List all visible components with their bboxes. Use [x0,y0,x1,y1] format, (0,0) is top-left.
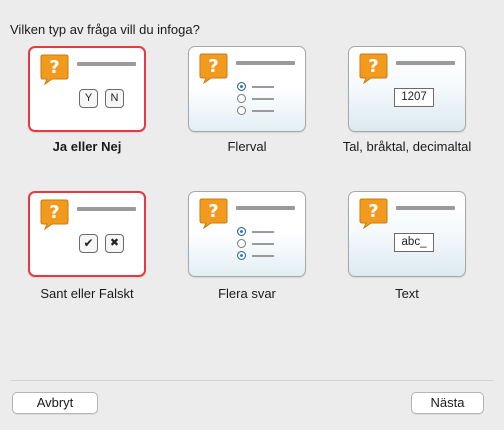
question-text-bar [396,61,455,65]
tile-number[interactable]: ? 1207 [348,46,466,132]
radio-selected-icon [237,251,246,260]
number-sample-field: 1207 [394,88,434,107]
radio-empty-icon [237,239,246,248]
question-bubble-icon: ? [199,53,228,84]
no-key: N [105,89,124,108]
question-bubble-icon: ? [40,54,69,85]
tile-multiple-choice[interactable]: ? [188,46,306,132]
question-bubble-icon: ? [359,198,388,229]
tile-label-true-false: Sant eller Falskt [40,286,134,301]
option-line [252,255,274,257]
tile-true-false[interactable]: ? ✔ ✖ [28,191,146,277]
option-line [252,231,274,233]
svg-text:?: ? [49,57,59,78]
radio-empty-icon [237,106,246,115]
tile-label-multiple-choice: Flerval [227,139,267,154]
svg-text:?: ? [368,56,378,77]
question-text-bar [396,206,455,210]
cross-icon: ✖ [105,234,124,253]
question-bubble-icon: ? [40,199,69,230]
text-sample-field: abc_ [394,233,434,252]
svg-text:?: ? [368,201,378,222]
tile-label-multiple-answers: Flera svar [218,286,276,301]
option-line [252,86,274,88]
question-text-bar [236,61,295,65]
option-line [252,98,274,100]
tile-yes-no[interactable]: ? Y N [28,46,146,132]
tile-text[interactable]: ? abc_ [348,191,466,277]
svg-text:?: ? [208,201,218,222]
question-text-bar [236,206,295,210]
question-text-bar [77,207,136,211]
tile-label-yes-no: Ja eller Nej [52,139,122,154]
next-button[interactable]: Nästa [411,392,484,414]
radio-empty-icon [237,94,246,103]
checkmark-icon: ✔ [79,234,98,253]
yes-key: Y [79,89,98,108]
cancel-button[interactable]: Avbryt [12,392,98,414]
tile-label-number: Tal, bråktal, decimaltal [342,139,472,154]
radio-selected-icon [237,227,246,236]
question-bubble-icon: ? [199,198,228,229]
question-text-bar [77,62,136,66]
svg-text:?: ? [208,56,218,77]
option-line [252,110,274,112]
radio-selected-icon [237,82,246,91]
tile-label-text: Text [395,286,419,301]
tile-multiple-answers[interactable]: ? [188,191,306,277]
question-bubble-icon: ? [359,53,388,84]
svg-text:?: ? [49,202,59,223]
footer-divider [10,380,494,381]
question-type-grid: ? Y N Ja eller Nej ? Flerval ? 1207 Tal,… [0,0,504,330]
option-line [252,243,274,245]
